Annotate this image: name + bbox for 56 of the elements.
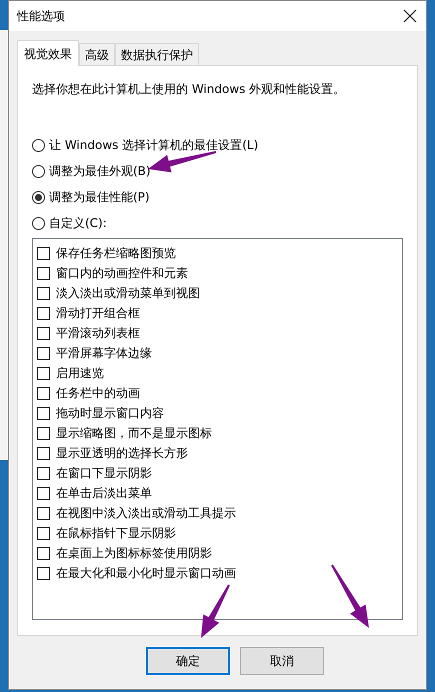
description-text: 选择你想在此计算机上使用的 Windows 外观和性能设置。 [32,81,346,98]
checkbox-label: 淡入淡出或滑动菜单到视图 [56,285,200,302]
checkbox-label: 窗口内的动画控件和元素 [56,265,188,282]
radio-button[interactable] [32,216,45,230]
radio-option[interactable]: 调整为最佳性能(P) [32,188,403,206]
checkbox-label: 显示亚透明的选择长方形 [56,445,188,462]
annotation-arrow [148,151,216,172]
checkbox[interactable] [37,566,50,580]
radio-label: 自定义(C): [49,215,107,232]
checkbox[interactable] [37,426,50,440]
checkbox[interactable] [37,506,50,520]
checkbox[interactable] [37,246,50,260]
tab[interactable]: 高级 [79,43,115,65]
checkbox[interactable] [37,446,50,460]
radio-option[interactable]: 让 Windows 选择计算机的最佳设置(L) [32,136,403,154]
tab[interactable]: 视觉效果 [17,40,79,66]
checkbox[interactable] [37,486,50,500]
checkbox[interactable] [37,286,50,300]
checkbox[interactable] [37,306,50,320]
checkbox-label: 在鼠标指针下显示阴影 [56,525,176,542]
checkbox-label: 滑动打开组合框 [56,305,140,322]
checkbox-label: 在窗口下显示阴影 [56,465,152,482]
radio-label: 调整为最佳性能(P) [49,189,150,206]
radio-button[interactable] [32,190,45,204]
checkbox[interactable] [37,346,50,360]
checkbox[interactable] [37,326,50,340]
checkbox-label: 平滑滚动列表框 [56,325,140,342]
checkbox-label: 在视图中淡入淡出或滑动工具提示 [56,505,236,522]
checkbox-label: 在桌面上为图标标签使用阴影 [56,545,212,562]
checkbox-label: 拖动时显示窗口内容 [56,405,164,422]
dialog-button[interactable]: 确定 [146,647,230,675]
annotation-arrow [201,584,230,638]
checkbox[interactable] [37,466,50,480]
checkbox[interactable] [37,386,50,400]
radio-label: 让 Windows 选择计算机的最佳设置(L) [49,137,258,154]
window-title: 性能选项 [17,8,65,25]
checkbox[interactable] [37,266,50,280]
annotation-arrow [331,564,369,628]
checkbox-label: 任务栏中的动画 [56,385,140,402]
checkbox-label: 在最大化和最小化时显示窗口动画 [56,565,236,582]
checkbox[interactable] [37,546,50,560]
radio-button[interactable] [32,164,45,178]
radio-label: 调整为最佳外观(B) [49,163,151,180]
checkbox[interactable] [37,406,50,420]
radio-button[interactable] [32,138,45,152]
checkbox-label: 显示缩略图，而不是显示图标 [56,425,212,442]
checkbox[interactable] [37,526,50,540]
dialog-button[interactable]: 取消 [240,647,324,675]
checkbox[interactable] [37,366,50,380]
checkbox-label: 保存任务栏缩略图预览 [56,245,176,262]
tab[interactable]: 数据执行保护 [115,43,199,65]
checkbox-label: 平滑屏幕字体边缘 [56,345,152,362]
radio-option[interactable]: 自定义(C): [32,214,403,232]
checkbox-label: 在单击后淡出菜单 [56,485,152,502]
checkbox-label: 启用速览 [56,365,104,382]
radio-option[interactable]: 调整为最佳外观(B) [32,162,403,180]
